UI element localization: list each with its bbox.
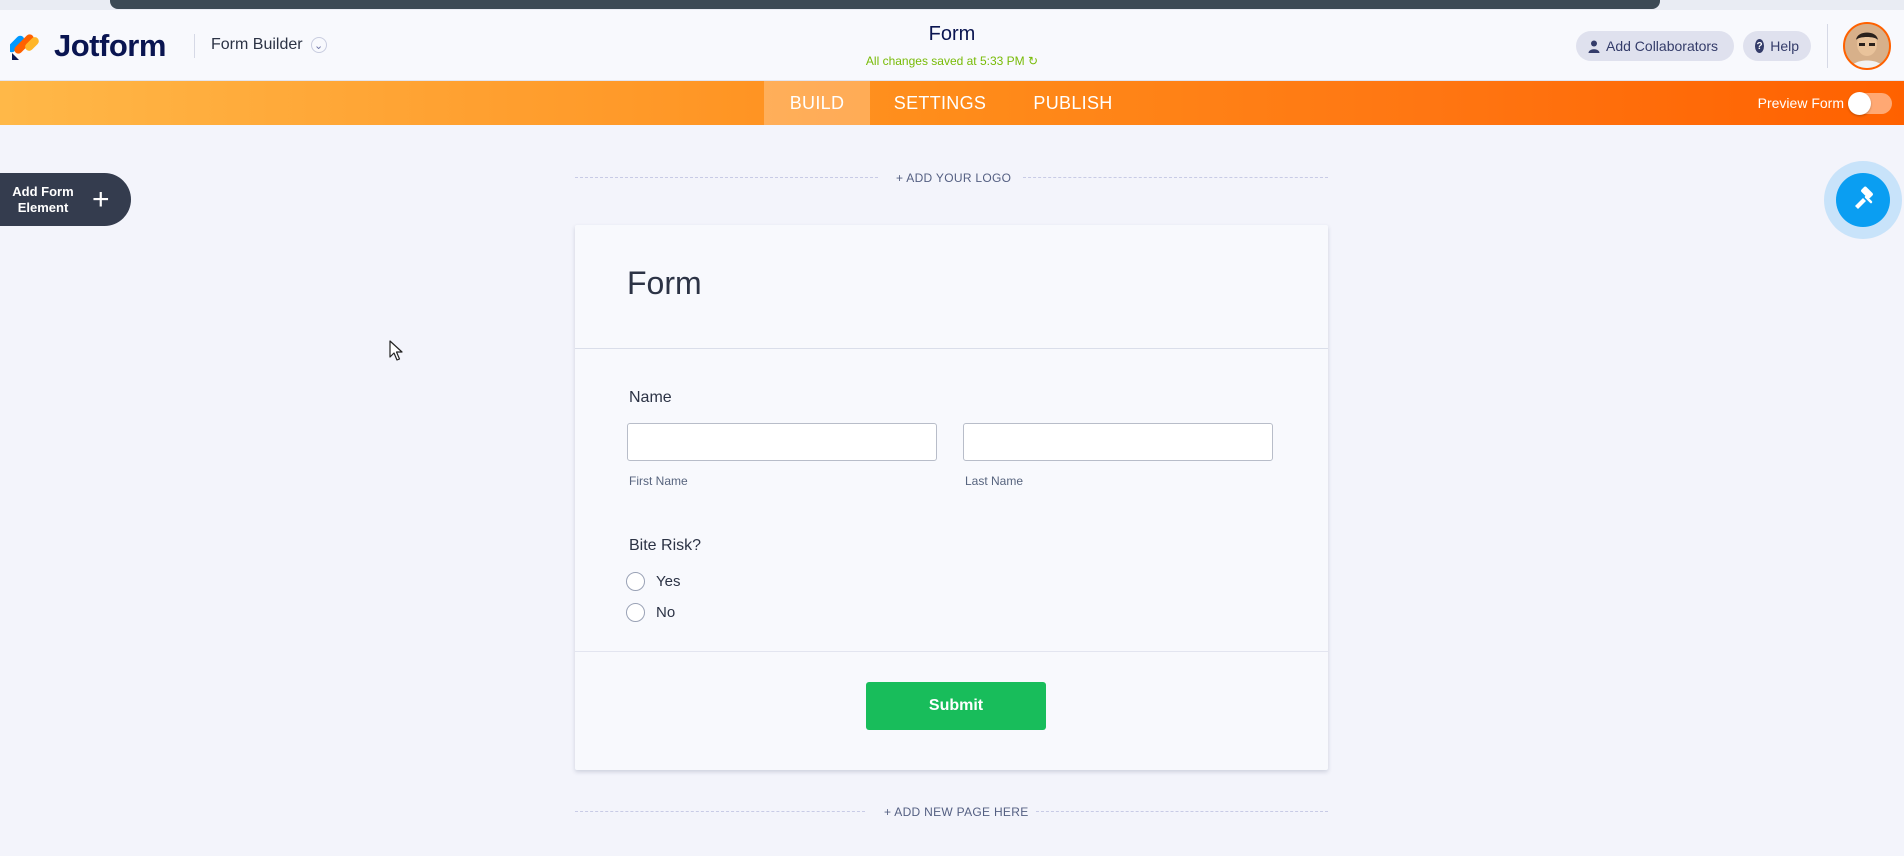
top-bar bbox=[110, 0, 1660, 9]
browser-top-strip bbox=[0, 0, 1904, 10]
question-icon: ? bbox=[1755, 39, 1765, 53]
preview-form-toggle[interactable] bbox=[1848, 92, 1892, 115]
avatar-image bbox=[1845, 24, 1889, 68]
mouse-cursor-icon bbox=[389, 340, 403, 361]
form-heading[interactable]: Form bbox=[627, 265, 702, 302]
radio-no-label[interactable]: No bbox=[656, 604, 675, 621]
radio-yes-label[interactable]: Yes bbox=[656, 573, 680, 590]
refresh-icon: ↻ bbox=[1028, 54, 1039, 68]
paint-roller-icon bbox=[1855, 186, 1873, 209]
submit-button[interactable]: Submit bbox=[866, 682, 1046, 730]
add-element-label-line2: Element bbox=[17, 199, 69, 215]
form-header-section[interactable]: Form bbox=[575, 225, 1328, 349]
avatar[interactable] bbox=[1843, 22, 1891, 70]
add-your-logo-link[interactable]: + ADD YOUR LOGO bbox=[896, 171, 1011, 185]
plus-icon: + bbox=[92, 182, 110, 216]
app-header: Jotform Form Builder ⌄ Form All changes … bbox=[0, 10, 1904, 81]
logo-wordmark: Jotform bbox=[54, 28, 166, 63]
person-icon bbox=[1588, 40, 1600, 53]
bite-risk-label: Bite Risk? bbox=[629, 537, 702, 554]
add-new-page-link[interactable]: + ADD NEW PAGE HERE bbox=[884, 805, 1029, 819]
tab-build[interactable]: BUILD bbox=[764, 81, 870, 125]
jotform-logo-icon bbox=[10, 34, 39, 60]
first-name-input[interactable] bbox=[627, 423, 937, 461]
last-name-sublabel: Last Name bbox=[965, 474, 1024, 488]
tab-publish[interactable]: PUBLISH bbox=[1028, 81, 1118, 125]
submit-separator bbox=[575, 651, 1328, 652]
form-builder-menu[interactable]: Form Builder ⌄ bbox=[211, 36, 327, 54]
add-collaborators-button[interactable]: Add Collaborators bbox=[1576, 31, 1734, 61]
add-form-element-label: Add Form Element bbox=[0, 184, 86, 216]
help-label: Help bbox=[1770, 38, 1799, 54]
main-tabs: BUILD SETTINGS PUBLISH Preview Form bbox=[0, 81, 1904, 125]
header-divider-right bbox=[1827, 24, 1828, 68]
jotform-logo[interactable]: Jotform bbox=[10, 26, 166, 66]
chevron-down-icon: ⌄ bbox=[310, 37, 327, 53]
radio-no[interactable] bbox=[626, 603, 645, 622]
logo-dashline-right bbox=[1023, 177, 1328, 178]
logo-dashline-left bbox=[575, 177, 878, 178]
form-builder-label: Form Builder bbox=[211, 36, 303, 53]
add-collaborators-label: Add Collaborators bbox=[1606, 38, 1719, 54]
add-form-element-button[interactable]: Add Form Element + bbox=[0, 173, 131, 226]
first-name-sublabel: First Name bbox=[629, 474, 688, 488]
preview-form-label: Preview Form bbox=[1757, 95, 1844, 111]
radio-yes[interactable] bbox=[626, 572, 645, 591]
page-dashline-right bbox=[1036, 811, 1328, 812]
save-status-text: All changes saved at 5:33 PM bbox=[865, 54, 1025, 68]
last-name-input[interactable] bbox=[963, 423, 1273, 461]
add-element-label-line1: Add Form bbox=[12, 183, 74, 199]
page-dashline-left bbox=[575, 811, 865, 812]
form-designer-button[interactable] bbox=[1836, 173, 1890, 227]
header-divider bbox=[194, 34, 195, 58]
tab-settings[interactable]: SETTINGS bbox=[882, 81, 998, 125]
name-field-label: Name bbox=[629, 389, 672, 406]
toggle-knob bbox=[1848, 92, 1871, 115]
help-button[interactable]: ? Help bbox=[1743, 31, 1811, 61]
form-card: Form Name First Name Last Name Bite Risk… bbox=[575, 225, 1328, 770]
